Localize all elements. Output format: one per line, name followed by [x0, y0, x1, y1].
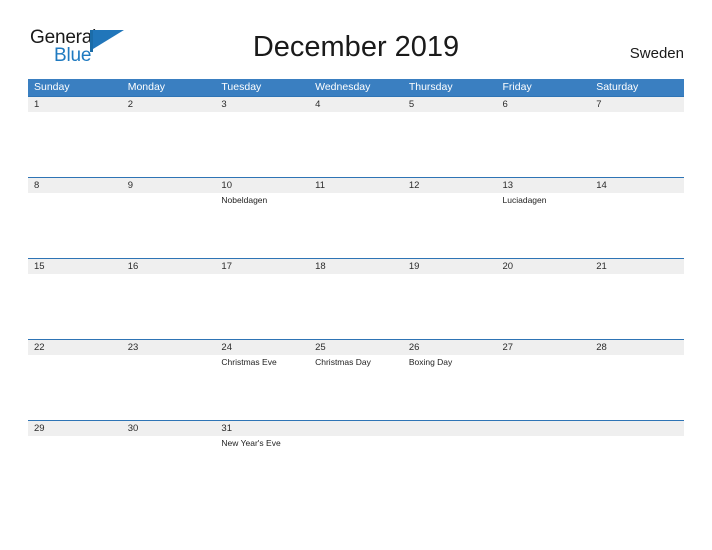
- calendar-day-cell[interactable]: 26 Boxing Day: [403, 340, 497, 420]
- day-number: 13: [502, 180, 514, 191]
- calendar-day-cell[interactable]: 30: [122, 421, 216, 501]
- calendar-day-cell[interactable]: 12: [403, 178, 497, 258]
- day-number: [503, 421, 591, 436]
- day-number: 22: [34, 342, 45, 353]
- day-number: 24: [221, 342, 232, 353]
- calendar-day-cell[interactable]: [403, 421, 497, 501]
- day-number: 6: [502, 99, 508, 110]
- calendar-day-cell[interactable]: 28: [590, 340, 684, 420]
- weekday-header-thursday: Thursday: [408, 81, 453, 93]
- day-number: [596, 421, 684, 436]
- day-number: 12: [408, 180, 420, 191]
- calendar-week-row: 1 2 3 4 5 6 7: [28, 96, 684, 177]
- day-number: 5: [408, 99, 415, 110]
- day-event-label: Luciadagen: [502, 195, 547, 205]
- day-number: [315, 421, 403, 436]
- day-number: 28: [596, 342, 607, 353]
- calendar-day-cell[interactable]: 14: [590, 178, 684, 258]
- day-number: 15: [34, 261, 45, 272]
- page-header: General Blue December 2019 Sweden: [0, 0, 712, 78]
- day-number: 21: [596, 261, 607, 272]
- day-number: 19: [408, 261, 420, 272]
- calendar-day-cell[interactable]: 24 Christmas Eve: [215, 340, 309, 420]
- weekday-header-tuesday: Tuesday: [221, 81, 262, 93]
- day-number: 11: [315, 180, 325, 191]
- calendar-day-cell[interactable]: 11: [309, 178, 403, 258]
- calendar-day-cell[interactable]: 4: [309, 97, 403, 177]
- calendar-week-row: 29 30 31 New Year's Eve: [28, 420, 684, 501]
- weekday-header-sunday: Sunday: [34, 81, 70, 93]
- calendar-day-cell[interactable]: 7: [590, 97, 684, 177]
- day-event-label: Nobeldagen: [221, 195, 268, 205]
- calendar-day-cell[interactable]: 19: [403, 259, 497, 339]
- calendar-day-cell[interactable]: 31 New Year's Eve: [215, 421, 309, 501]
- calendar-day-cell[interactable]: 23: [122, 340, 216, 420]
- calendar-grid: Sunday Monday Tuesday Wednesday Thursday…: [28, 79, 684, 501]
- day-number: 31: [221, 423, 232, 434]
- day-number: 27: [502, 342, 514, 353]
- day-event-label: Christmas Eve: [221, 357, 277, 367]
- calendar-day-cell[interactable]: 29: [28, 421, 122, 501]
- day-number: 7: [596, 99, 602, 110]
- weekday-header-friday: Friday: [502, 81, 532, 93]
- calendar-day-cell[interactable]: [309, 421, 403, 501]
- calendar-week-row: 15 16 17 18 19 20 21: [28, 258, 684, 339]
- calendar-day-cell[interactable]: 20: [497, 259, 591, 339]
- day-number: 30: [127, 423, 139, 434]
- calendar-day-cell[interactable]: [590, 421, 684, 501]
- day-number: [409, 421, 497, 436]
- weekday-header-saturday: Saturday: [596, 81, 639, 93]
- day-event-label: New Year's Eve: [221, 438, 281, 448]
- calendar-day-cell[interactable]: 2: [122, 97, 216, 177]
- day-number: 25: [315, 342, 326, 353]
- calendar-day-cell[interactable]: 3: [215, 97, 309, 177]
- calendar-day-cell[interactable]: 15: [28, 259, 122, 339]
- calendar-day-cell[interactable]: 25 Christmas Day: [309, 340, 403, 420]
- calendar-week-row: 8 9 10 Nobeldagen 11 12 13 Luciadagen 14: [28, 177, 684, 258]
- page-title: December 2019: [252, 31, 460, 63]
- day-number: 2: [127, 99, 133, 110]
- day-number: 3: [221, 99, 227, 110]
- day-number: 16: [127, 261, 139, 272]
- day-number: 26: [408, 342, 420, 353]
- day-number: 29: [34, 423, 45, 434]
- calendar-week-row: 22 23 24 Christmas Eve 25 Christmas Day …: [28, 339, 684, 420]
- day-event-label: Christmas Day: [315, 357, 371, 367]
- day-number: 23: [127, 342, 139, 353]
- day-number: 8: [34, 180, 40, 191]
- calendar-day-cell[interactable]: 13 Luciadagen: [497, 178, 591, 258]
- day-number: 20: [502, 261, 514, 272]
- calendar-day-cell[interactable]: 9: [122, 178, 216, 258]
- weekday-header-monday: Monday: [127, 81, 166, 93]
- day-event-label: Boxing Day: [408, 357, 453, 367]
- day-number: 9: [127, 180, 133, 191]
- calendar-day-cell[interactable]: 6: [497, 97, 591, 177]
- weekday-header-row: Sunday Monday Tuesday Wednesday Thursday…: [28, 79, 684, 96]
- calendar-day-cell[interactable]: 21: [590, 259, 684, 339]
- calendar-day-cell[interactable]: 17: [215, 259, 309, 339]
- calendar-day-cell[interactable]: [497, 421, 591, 501]
- day-number: 4: [315, 99, 321, 110]
- calendar-day-cell[interactable]: 18: [309, 259, 403, 339]
- calendar-day-cell[interactable]: 22: [28, 340, 122, 420]
- calendar-day-cell[interactable]: 8: [28, 178, 122, 258]
- day-number: 17: [221, 261, 232, 272]
- day-number: 14: [596, 180, 607, 191]
- calendar-day-cell[interactable]: 27: [497, 340, 591, 420]
- calendar-day-cell[interactable]: 1: [28, 97, 122, 177]
- calendar-day-cell[interactable]: 16: [122, 259, 216, 339]
- calendar-day-cell[interactable]: 10 Nobeldagen: [215, 178, 309, 258]
- weekday-header-wednesday: Wednesday: [315, 81, 371, 93]
- calendar-page: General Blue December 2019 Sweden Sunday…: [0, 0, 712, 550]
- day-number: 10: [221, 180, 232, 191]
- day-number: 1: [34, 99, 40, 110]
- region-label: Sweden: [629, 45, 684, 62]
- day-number: 18: [315, 261, 326, 272]
- calendar-day-cell[interactable]: 5: [403, 97, 497, 177]
